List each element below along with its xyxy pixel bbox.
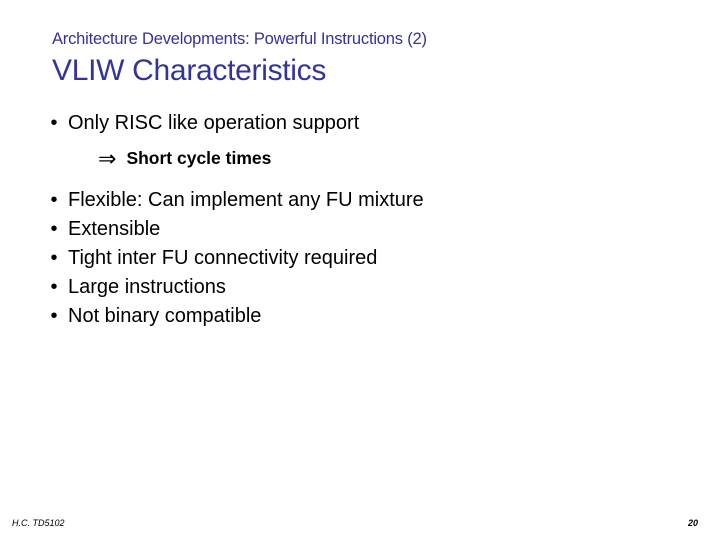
bullet-dot: • [40, 303, 68, 330]
slide: { "header": { "subtitle": "Architecture … [0, 0, 720, 540]
bullet-item: • Large instructions [40, 274, 660, 301]
bullet-text: Large instructions [68, 274, 660, 301]
bullet-item: • Extensible [40, 216, 660, 243]
sub-bullet-item: ⇒ Short cycle times [98, 147, 660, 171]
bullet-item: • Only RISC like operation support [40, 110, 660, 137]
bullet-dot: • [40, 110, 68, 137]
slide-subtitle: Architecture Developments: Powerful Inst… [52, 30, 427, 49]
slide-title: VLIW Characteristics [52, 54, 326, 88]
bullet-text: Not binary compatible [68, 303, 660, 330]
bullet-text: Extensible [68, 216, 660, 243]
bullet-dot: • [40, 245, 68, 272]
arrow-icon: ⇒ [98, 148, 116, 170]
slide-body: • Only RISC like operation support ⇒ Sho… [40, 110, 660, 332]
bullet-dot: • [40, 274, 68, 301]
page-number: 20 [688, 518, 698, 528]
sub-bullet-text: Short cycle times [126, 147, 271, 171]
bullet-item: • Not binary compatible [40, 303, 660, 330]
bullet-text: Flexible: Can implement any FU mixture [68, 187, 660, 214]
bullet-text: Tight inter FU connectivity required [68, 245, 660, 272]
footer-left: H.C. TD5102 [12, 518, 65, 528]
bullet-item: • Flexible: Can implement any FU mixture [40, 187, 660, 214]
bullet-dot: • [40, 216, 68, 243]
bullet-dot: • [40, 187, 68, 214]
bullet-item: • Tight inter FU connectivity required [40, 245, 660, 272]
bullet-text: Only RISC like operation support [68, 110, 660, 137]
